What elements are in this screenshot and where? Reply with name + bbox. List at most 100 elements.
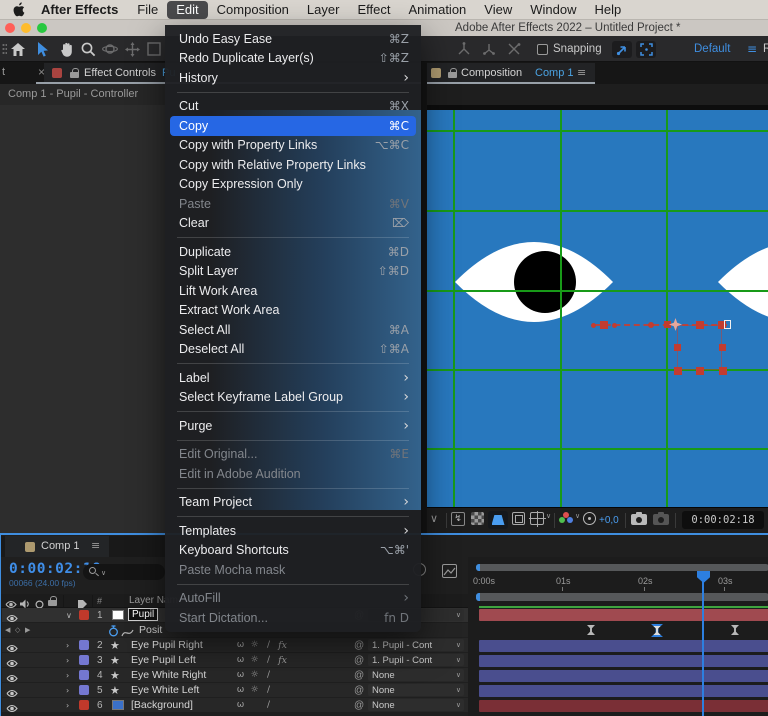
expand-chevron[interactable]: ›: [66, 653, 69, 667]
transform-handle[interactable]: [674, 367, 682, 375]
menubar-item-view[interactable]: View: [475, 1, 521, 19]
shy-switch[interactable]: ω: [234, 653, 247, 667]
expand-chevron[interactable]: ∨: [66, 608, 72, 622]
shy-switch[interactable]: ω: [234, 698, 247, 712]
collapse-switch[interactable]: ☼: [248, 683, 261, 697]
menubar-app-name[interactable]: After Effects: [31, 2, 128, 17]
shy-switch[interactable]: ω: [234, 638, 247, 652]
shy-switch[interactable]: ω: [234, 668, 247, 682]
parent-pickwhip-icon[interactable]: @: [354, 683, 364, 697]
view-axis-mode[interactable]: [505, 40, 523, 58]
layer-duration-bar[interactable]: [479, 670, 768, 682]
parent-pickwhip-icon[interactable]: @: [354, 653, 364, 667]
zoom-tool[interactable]: [79, 40, 97, 58]
playhead-handle[interactable]: [697, 571, 710, 583]
layer-duration-bar[interactable]: [479, 609, 768, 621]
menu-item-undo-easy-ease[interactable]: Undo Easy Ease ⌘Z: [165, 29, 421, 49]
parent-dropdown[interactable]: 1. Pupil - Cont ∨: [368, 654, 464, 666]
transform-handle[interactable]: [674, 344, 681, 351]
property-name[interactable]: Posit: [139, 623, 162, 637]
comp-mini-flowchart-button[interactable]: [442, 564, 457, 578]
timeline-layer-row[interactable]: › 3 ★ Eye Pupil Left ω ☼ / fx @1. Pupil - Cont ∨: [2, 653, 468, 668]
add-keyframe-button[interactable]: ◇: [15, 623, 20, 637]
parent-pickwhip-icon[interactable]: @: [354, 668, 364, 682]
local-axis-mode[interactable]: [455, 40, 473, 58]
expand-chevron[interactable]: ›: [66, 668, 69, 682]
workspace-default[interactable]: Default: [694, 43, 730, 55]
prev-keyframe-button[interactable]: ◀: [5, 623, 10, 637]
menubar-item-window[interactable]: Window: [521, 1, 585, 19]
menu-item-clear[interactable]: Clear ⌦: [165, 214, 421, 234]
menubar-item-file[interactable]: File: [128, 1, 167, 19]
view-layout-button[interactable]: [529, 511, 546, 527]
panel-menu-icon[interactable]: ≡: [91, 539, 100, 552]
layer-name[interactable]: [Background]: [131, 698, 193, 712]
grid-guide-options-button[interactable]: [488, 511, 508, 529]
snapping-checkbox[interactable]: [537, 44, 548, 55]
composition-viewer[interactable]: [427, 110, 768, 507]
playhead-line[interactable]: [702, 571, 704, 716]
layer-name-edit-field[interactable]: Pupil: [128, 608, 159, 621]
quality-switch[interactable]: /: [262, 653, 275, 667]
motion-path-vertex[interactable]: [612, 323, 617, 328]
timeline-search-input[interactable]: ∨: [83, 564, 165, 580]
end-keyframe-marker[interactable]: [724, 320, 731, 329]
parent-dropdown[interactable]: None ∨: [368, 669, 464, 681]
menubar-item-animation[interactable]: Animation: [399, 1, 475, 19]
expand-chevron[interactable]: ›: [66, 638, 69, 652]
menu-item-label[interactable]: Label ›: [165, 368, 421, 388]
menu-item-copy-expression-only[interactable]: Copy Expression Only: [165, 175, 421, 195]
expand-chevron[interactable]: ›: [66, 683, 69, 697]
parent-dropdown[interactable]: None ∨: [368, 684, 464, 696]
layer-duration-bar[interactable]: [479, 700, 768, 712]
view-zoom-dropdown[interactable]: ∨: [430, 512, 438, 525]
snap-to-features-button[interactable]: [612, 41, 632, 58]
layer-label-color[interactable]: [79, 640, 89, 650]
timeline-layer-row[interactable]: › 2 ★ Eye Pupil Right ω ☼ / fx @1. Pupil - Cont ∨: [2, 638, 468, 653]
menu-item-keyboard-shortcuts[interactable]: Keyboard Shortcuts ⌥⌘': [165, 541, 421, 561]
timeline-layer-row[interactable]: › 6 [Background] ω / @ None ∨: [2, 698, 468, 713]
region-of-interest-button[interactable]: [512, 512, 525, 525]
snap-options-button[interactable]: [636, 41, 656, 58]
keyframe[interactable]: [587, 625, 595, 635]
next-keyframe-button[interactable]: ▶: [25, 623, 30, 637]
timeline-layer-row[interactable]: › 4 ★ Eye White Right ω ☼ / @ None ∨: [2, 668, 468, 683]
apple-menu[interactable]: [12, 2, 25, 17]
menu-item-select-keyframe-label-group[interactable]: Select Keyframe Label Group ›: [165, 388, 421, 408]
menu-item-copy-with-relative-property-links[interactable]: Copy with Relative Property Links: [165, 155, 421, 175]
channel-button[interactable]: [559, 512, 573, 525]
preview-timecode[interactable]: 0:00:02:18: [682, 511, 764, 529]
menubar-item-help[interactable]: Help: [585, 1, 630, 19]
menubar-item-layer[interactable]: Layer: [298, 1, 349, 19]
fx-switch[interactable]: fx: [276, 638, 289, 652]
fx-switch[interactable]: fx: [276, 653, 289, 667]
layer-name[interactable]: Eye White Right: [131, 668, 206, 682]
layer-label-color[interactable]: [79, 610, 89, 620]
transform-handle[interactable]: [719, 367, 727, 375]
toolbar-grip[interactable]: [2, 43, 7, 55]
pan-behind-tool[interactable]: [123, 40, 141, 58]
layer-label-color[interactable]: [79, 655, 89, 665]
menu-item-lift-work-area[interactable]: Lift Work Area: [165, 281, 421, 301]
menu-item-copy[interactable]: Copy ⌘C: [170, 116, 416, 136]
menu-item-history[interactable]: History ›: [165, 68, 421, 88]
quality-switch[interactable]: /: [262, 668, 275, 682]
channel-dropdown[interactable]: ∨: [575, 512, 580, 520]
menu-item-duplicate[interactable]: Duplicate ⌘D: [165, 242, 421, 262]
keyframe-selected[interactable]: [651, 624, 663, 637]
menu-item-purge[interactable]: Purge ›: [165, 416, 421, 436]
exposure-value[interactable]: +0,0: [599, 515, 619, 526]
layer-label-color[interactable]: [79, 685, 89, 695]
expand-chevron[interactable]: ›: [66, 698, 69, 712]
collapse-switch[interactable]: ☼: [248, 638, 261, 652]
parent-pickwhip-icon[interactable]: @: [354, 698, 364, 712]
motion-path-vertex[interactable]: [591, 323, 596, 328]
visibility-eye-toggle[interactable]: [6, 700, 18, 716]
work-area-bar[interactable]: [476, 593, 768, 601]
timeline-layer-row[interactable]: › 5 ★ Eye White Left ω ☼ / @ None ∨: [2, 683, 468, 698]
parent-dropdown[interactable]: None ∨: [368, 699, 464, 711]
motion-path-vertex[interactable]: [648, 322, 654, 328]
lock-icon[interactable]: [448, 68, 457, 78]
menu-item-split-layer[interactable]: Split Layer ⇧⌘D: [165, 262, 421, 282]
layer-duration-bar[interactable]: [479, 640, 768, 652]
